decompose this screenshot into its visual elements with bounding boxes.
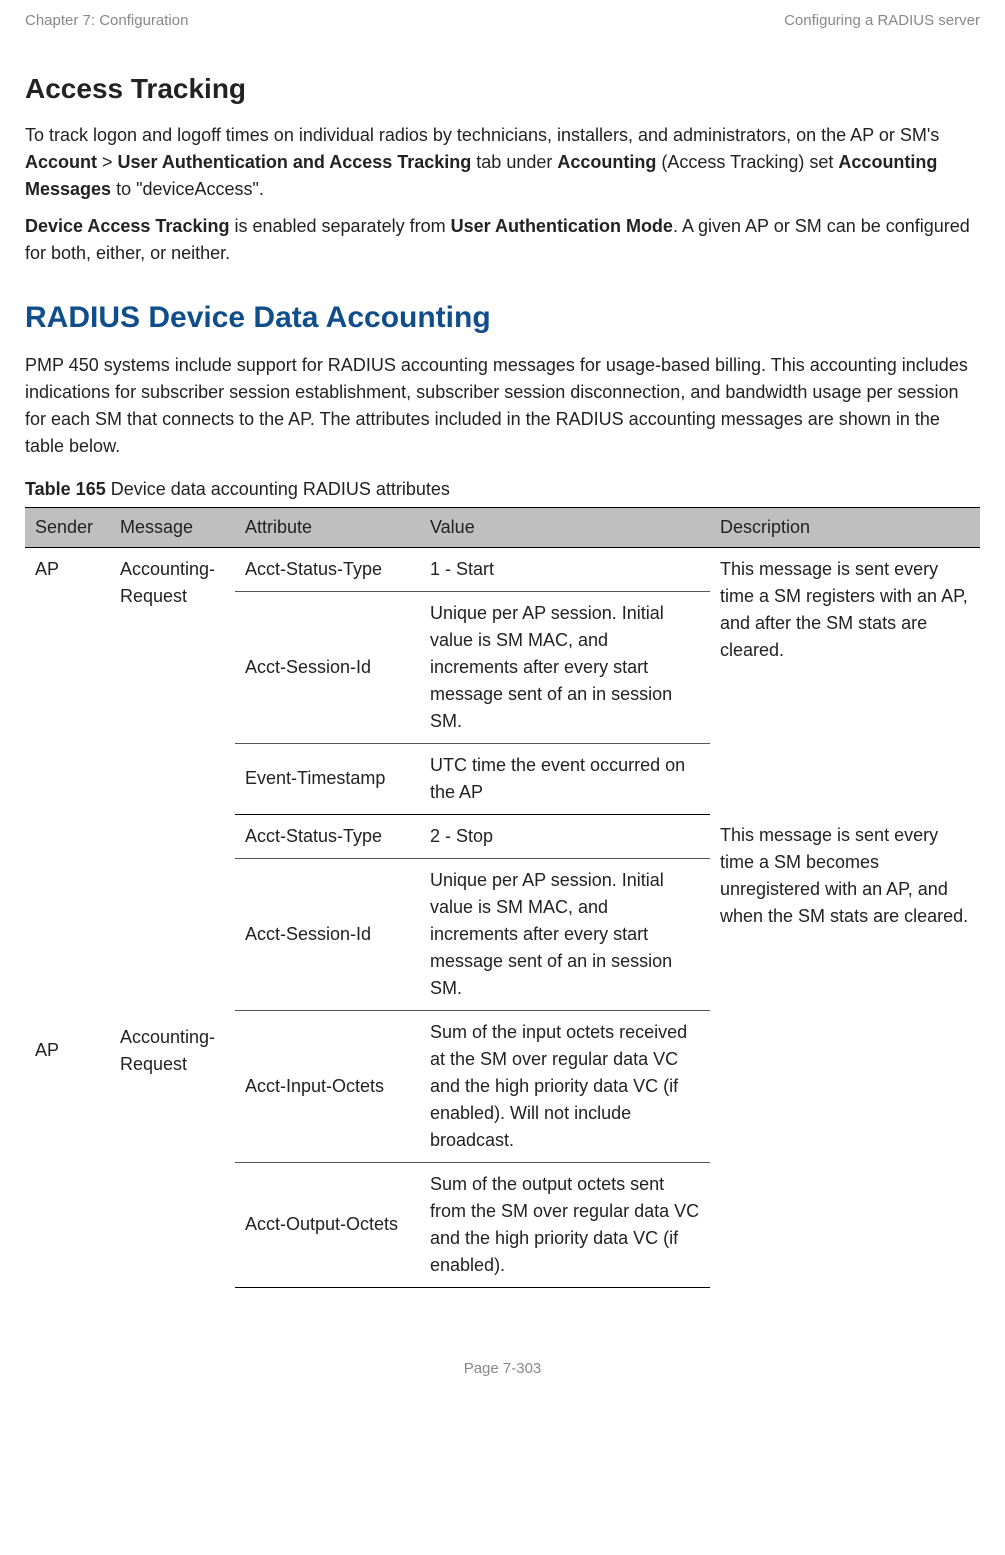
th-attribute: Attribute xyxy=(235,507,420,547)
cell-value: UTC time the event occurred on the AP xyxy=(420,743,710,814)
heading-access-tracking: Access Tracking xyxy=(25,68,980,110)
cell-sender: AP xyxy=(25,814,110,1287)
bold-accounting: Accounting xyxy=(557,152,656,172)
cell-attribute: Acct-Status-Type xyxy=(235,814,420,858)
th-message: Message xyxy=(110,507,235,547)
cell-attribute: Acct-Session-Id xyxy=(235,858,420,1010)
cell-message: Accounting-Request xyxy=(110,814,235,1287)
table-caption-text: Device data accounting RADIUS attributes xyxy=(106,479,450,499)
bold-account: Account xyxy=(25,152,97,172)
cell-value: Unique per AP session. Initial value is … xyxy=(420,858,710,1010)
th-sender: Sender xyxy=(25,507,110,547)
cell-attribute: Acct-Status-Type xyxy=(235,547,420,591)
table-caption-label: Table 165 xyxy=(25,479,106,499)
table-row: AP Accounting-Request Acct-Status-Type 2… xyxy=(25,814,980,858)
cell-value: Sum of the input octets received at the … xyxy=(420,1010,710,1162)
cell-value: Unique per AP session. Initial value is … xyxy=(420,591,710,743)
th-description: Description xyxy=(710,507,980,547)
paragraph-radius-accounting: PMP 450 systems include support for RADI… xyxy=(25,352,980,460)
cell-sender: AP xyxy=(25,547,110,814)
cell-message: Accounting-Request xyxy=(110,547,235,814)
cell-attribute: Acct-Session-Id xyxy=(235,591,420,743)
page-footer: Page 7-303 xyxy=(25,1358,980,1381)
text: is enabled separately from xyxy=(229,216,450,236)
bold-user-auth-tab: User Authentication and Access Tracking xyxy=(118,152,472,172)
cell-value: 1 - Start xyxy=(420,547,710,591)
th-value: Value xyxy=(420,507,710,547)
page-header: Chapter 7: Configuration Configuring a R… xyxy=(25,10,980,33)
radius-attributes-table: Sender Message Attribute Value Descripti… xyxy=(25,507,980,1288)
bold-user-auth-mode: User Authentication Mode xyxy=(451,216,673,236)
table-caption: Table 165 Device data accounting RADIUS … xyxy=(25,476,980,503)
cell-attribute: Acct-Input-Octets xyxy=(235,1010,420,1162)
paragraph-access-tracking-2: Device Access Tracking is enabled separa… xyxy=(25,213,980,267)
text: tab under xyxy=(471,152,557,172)
paragraph-access-tracking-1: To track logon and logoff times on indiv… xyxy=(25,122,980,203)
cell-value: Sum of the output octets sent from the S… xyxy=(420,1162,710,1287)
heading-radius-accounting: RADIUS Device Data Accounting xyxy=(25,295,980,340)
cell-value: 2 - Stop xyxy=(420,814,710,858)
text: To track logon and logoff times on indiv… xyxy=(25,125,939,145)
bold-device-access-tracking: Device Access Tracking xyxy=(25,216,229,236)
cell-description: This message is sent every time a SM bec… xyxy=(710,814,980,1287)
cell-description: This message is sent every time a SM reg… xyxy=(710,547,980,814)
table-row: AP Accounting-Request Acct-Status-Type 1… xyxy=(25,547,980,591)
header-right: Configuring a RADIUS server xyxy=(784,10,980,33)
cell-attribute: Event-Timestamp xyxy=(235,743,420,814)
table-header-row: Sender Message Attribute Value Descripti… xyxy=(25,507,980,547)
text: > xyxy=(97,152,118,172)
text: (Access Tracking) set xyxy=(656,152,838,172)
text: to "deviceAccess". xyxy=(111,179,264,199)
header-left: Chapter 7: Configuration xyxy=(25,10,188,33)
cell-attribute: Acct-Output-Octets xyxy=(235,1162,420,1287)
